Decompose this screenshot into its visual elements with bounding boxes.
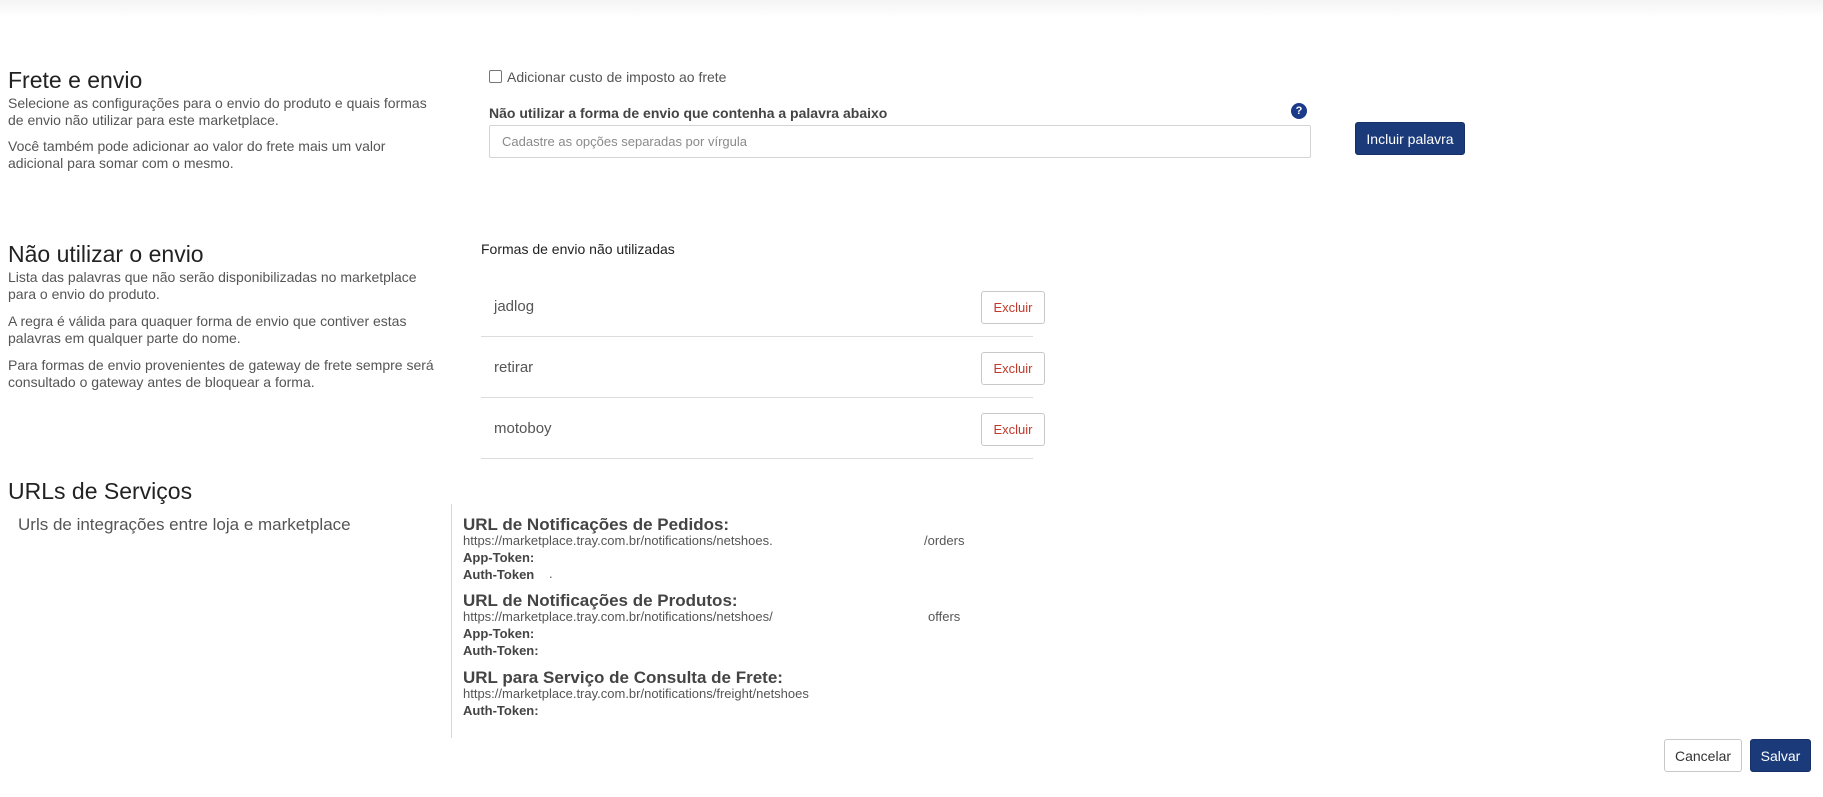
nao-utilizar-gateway-note: Para formas de envio provenientes de gat… [8,357,434,390]
delete-button[interactable]: Excluir [981,352,1045,385]
nao-utilizar-rule: A regra é válida para quaquer forma de e… [8,313,407,346]
list-item: motoboy Excluir [481,398,1045,459]
freight-auth-token-label: Auth-Token: [463,703,539,718]
orders-auth-token-label: Auth-Token [463,567,535,582]
vertical-divider [451,504,452,738]
orders-url-suffix: /orders [924,533,965,548]
products-url-suffix: offers [928,609,961,624]
orders-app-token-label: App-Token: [463,550,535,565]
imposto-checkbox[interactable] [489,70,502,83]
products-auth-token-label: Auth-Token: [463,643,539,658]
orders-auth-token-value: . [549,566,553,581]
freight-url-title: URL para Serviço de Consulta de Frete: [463,668,783,687]
list-item: jadlog Excluir [481,276,1045,337]
nao-utilizar-title: Não utilizar o envio [8,241,204,267]
help-icon[interactable]: ? [1291,103,1307,119]
delete-button[interactable]: Excluir [981,413,1045,446]
list-item-label: jadlog [494,298,535,315]
delete-button[interactable]: Excluir [981,291,1045,324]
excluded-list-heading: Formas de envio não utilizadas [481,241,675,257]
exclude-word-label: Não utilizar a forma de envio que conten… [489,105,888,121]
list-item-label: motoboy [494,420,552,437]
products-app-token-label: App-Token: [463,626,535,641]
top-shadow [0,0,1823,18]
urls-subtitle: Urls de integrações entre loja e marketp… [18,515,351,534]
orders-url-prefix: https://marketplace.tray.com.br/notifica… [463,533,773,548]
save-button[interactable]: Salvar [1750,739,1811,772]
frete-description-extra: Você também pode adicionar ao valor do f… [8,138,386,171]
products-url-title: URL de Notificações de Produtos: [463,591,738,610]
orders-url-title: URL de Notificações de Pedidos: [463,515,730,534]
imposto-checkbox-label[interactable]: Adicionar custo de imposto ao frete [507,69,726,85]
frete-description: Selecione as configurações para o envio … [8,95,427,128]
list-item-label: retirar [494,359,534,376]
freight-url: https://marketplace.tray.com.br/notifica… [463,686,809,701]
urls-title: URLs de Serviços [8,478,193,504]
exclude-word-input[interactable] [489,125,1311,158]
nao-utilizar-description: Lista das palavras que não serão disponi… [8,269,417,302]
list-item: retirar Excluir [481,337,1045,398]
include-word-button[interactable]: Incluir palavra [1355,122,1465,155]
frete-title: Frete e envio [8,67,143,93]
cancel-button[interactable]: Cancelar [1664,739,1742,772]
products-url-prefix: https://marketplace.tray.com.br/notifica… [463,609,773,624]
